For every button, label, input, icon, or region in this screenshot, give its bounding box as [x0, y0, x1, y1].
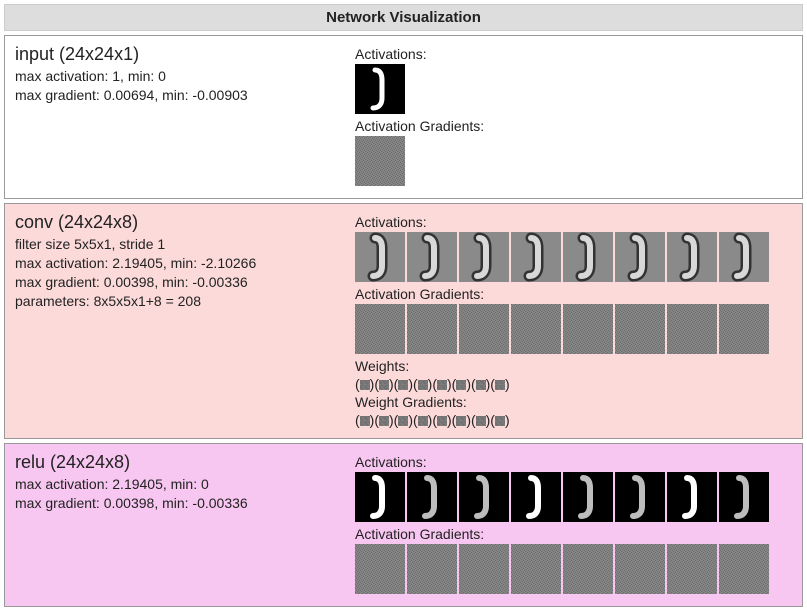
layer-title: conv (24x24x8) [15, 212, 345, 233]
weight-gradient-thumb [379, 416, 389, 426]
activation-gradient-thumb [407, 544, 457, 594]
layer-title: input (24x24x1) [15, 44, 345, 65]
layer-meta-line: parameters: 8x5x5x1+8 = 208 [15, 292, 345, 311]
weight-gradient-thumb [495, 416, 505, 426]
weight-gradient-thumb [398, 416, 408, 426]
activation-gradient-thumb [459, 304, 509, 354]
weight-gradient-thumb [476, 416, 486, 426]
activation-gradient-thumb [511, 544, 561, 594]
layer-meta-line: max activation: 1, min: 0 [15, 67, 345, 86]
activation-thumb [355, 64, 405, 114]
activation-thumb [407, 232, 457, 282]
weight-thumb [437, 380, 447, 390]
layer-input: input (24x24x1) max activation: 1, min: 0… [4, 35, 803, 199]
activation-gradient-thumb [615, 544, 665, 594]
activation-thumb [459, 472, 509, 522]
layer-meta-line: max gradient: 0.00694, min: -0.00903 [15, 86, 345, 105]
weight-gradients-row: ()()()()()()()() [355, 412, 792, 428]
layer-conv: conv (24x24x8) filter size 5x5x1, stride … [4, 203, 803, 439]
activation-gradient-thumb [407, 304, 457, 354]
activation-gradient-thumb [615, 304, 665, 354]
activation-gradient-thumb [355, 544, 405, 594]
weight-gradient-thumb [437, 416, 447, 426]
activation-thumb [511, 472, 561, 522]
activation-gradient-thumb [459, 544, 509, 594]
activation-gradient-thumb [563, 544, 613, 594]
activation-thumb [667, 232, 717, 282]
activations-label: Activations: [355, 454, 792, 470]
layer-meta-line: max activation: 2.19405, min: 0 [15, 475, 345, 494]
activations-row [355, 232, 792, 282]
activation-gradient-thumb [667, 544, 717, 594]
activation-thumb [459, 232, 509, 282]
activation-thumb [407, 472, 457, 522]
layer-title: relu (24x24x8) [15, 452, 345, 473]
activation-gradients-row [355, 304, 792, 354]
activations-row [355, 472, 792, 522]
activations-row [355, 64, 792, 114]
weights-row: ()()()()()()()() [355, 376, 792, 392]
activation-gradient-thumb [563, 304, 613, 354]
activation-gradient-thumb [667, 304, 717, 354]
weight-gradient-thumb [456, 416, 466, 426]
weight-gradient-thumb [360, 416, 370, 426]
activation-gradient-thumb [355, 136, 405, 186]
activation-gradients-label: Activation Gradients: [355, 286, 792, 302]
activation-thumb [511, 232, 561, 282]
activation-gradient-thumb [511, 304, 561, 354]
activation-thumb [615, 472, 665, 522]
activation-gradient-thumb [355, 304, 405, 354]
page-title: Network Visualization [4, 4, 803, 31]
layer-meta-line: max activation: 2.19405, min: -2.10266 [15, 254, 345, 273]
weight-thumb [495, 380, 505, 390]
activation-gradients-label: Activation Gradients: [355, 526, 792, 542]
weight-thumb [456, 380, 466, 390]
activation-gradient-thumb [719, 544, 769, 594]
weight-thumb [418, 380, 428, 390]
weight-gradients-label: Weight Gradients: [355, 394, 792, 410]
activation-thumb [719, 472, 769, 522]
weight-thumb [360, 380, 370, 390]
activation-thumb [615, 232, 665, 282]
activation-gradients-label: Activation Gradients: [355, 118, 792, 134]
activation-thumb [355, 472, 405, 522]
weight-thumb [476, 380, 486, 390]
activation-gradients-row [355, 136, 792, 186]
activation-thumb [667, 472, 717, 522]
layer-meta-line: max gradient: 0.00398, min: -0.00336 [15, 273, 345, 292]
activation-thumb [719, 232, 769, 282]
activation-thumb [355, 232, 405, 282]
weight-thumb [398, 380, 408, 390]
activation-thumb [563, 472, 613, 522]
weight-thumb [379, 380, 389, 390]
activations-label: Activations: [355, 214, 792, 230]
activation-gradients-row [355, 544, 792, 594]
layer-relu: relu (24x24x8) max activation: 2.19405, m… [4, 443, 803, 607]
layer-meta-line: max gradient: 0.00398, min: -0.00336 [15, 494, 345, 513]
weight-gradient-thumb [418, 416, 428, 426]
activation-thumb [563, 232, 613, 282]
activation-gradient-thumb [719, 304, 769, 354]
weights-label: Weights: [355, 358, 792, 374]
layer-meta-line: filter size 5x5x1, stride 1 [15, 235, 345, 254]
activations-label: Activations: [355, 46, 792, 62]
